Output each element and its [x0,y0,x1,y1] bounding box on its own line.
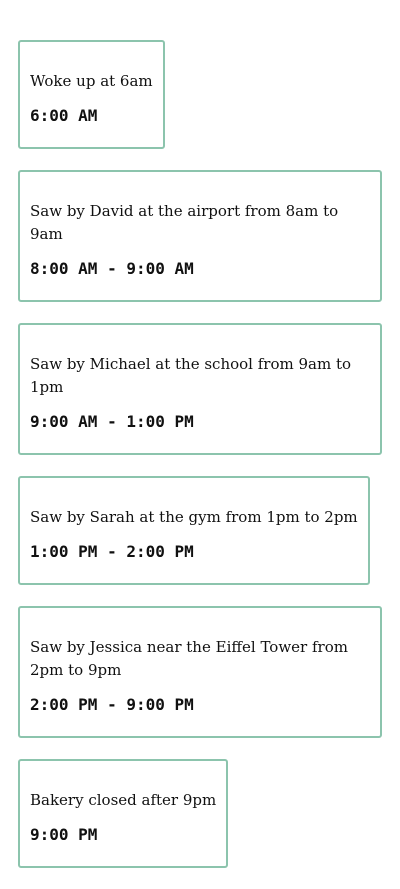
event-description: Saw by David at the airport from 8am to … [30,202,339,243]
event-time: 9:00 PM [30,825,98,844]
event-description: Saw by Sarah at the gym from 1pm to 2pm [30,508,358,526]
event-time: 6:00 AM [30,106,98,125]
event-description: Woke up at 6am [30,72,153,90]
event-card: Woke up at 6am 6:00 AM [18,40,165,149]
event-card: Saw by Michael at the school from 9am to… [18,323,382,455]
event-description: Bakery closed after 9pm [30,791,217,809]
event-card: Saw by Jessica near the Eiffel Tower fro… [18,606,382,738]
event-time: 8:00 AM - 9:00 AM [30,259,194,278]
event-time: 9:00 AM - 1:00 PM [30,412,194,431]
event-card: Bakery closed after 9pm 9:00 PM [18,759,229,868]
event-time: 1:00 PM - 2:00 PM [30,542,194,561]
event-card: Saw by Sarah at the gym from 1pm to 2pm … [18,476,370,585]
event-timeline: Woke up at 6am 6:00 AM Saw by David at t… [18,40,382,889]
event-description: Saw by Jessica near the Eiffel Tower fro… [30,638,348,679]
event-time: 2:00 PM - 9:00 PM [30,695,194,714]
event-card: Saw by David at the airport from 8am to … [18,170,382,302]
event-description: Saw by Michael at the school from 9am to… [30,355,352,396]
